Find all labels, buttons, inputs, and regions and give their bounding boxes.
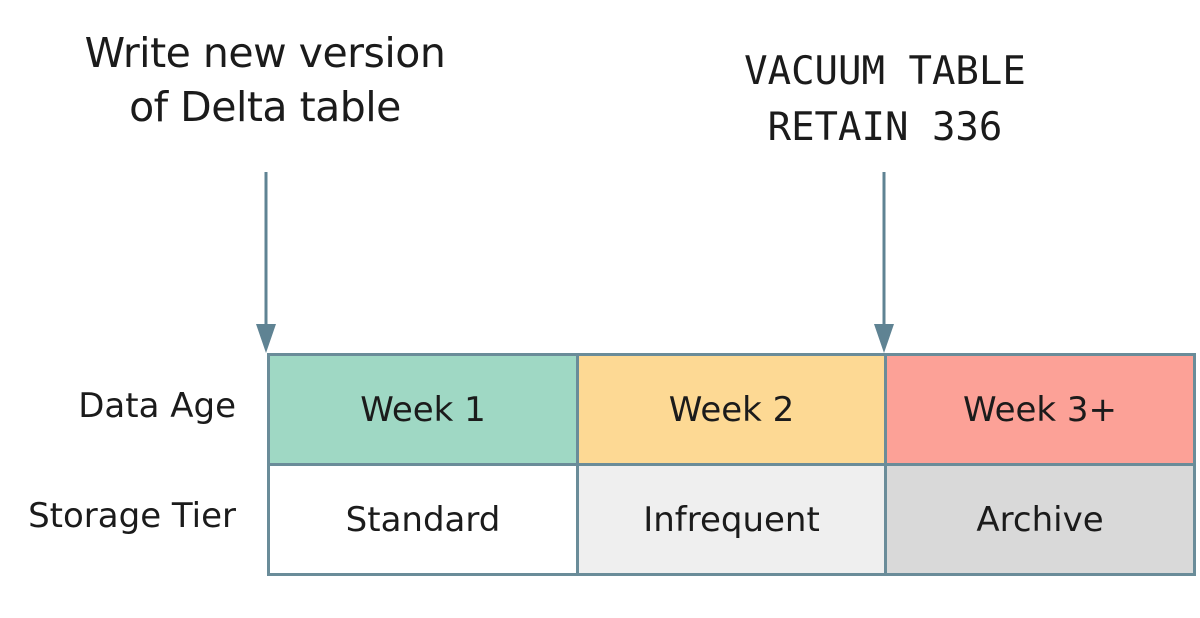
arrows-layer <box>256 172 894 353</box>
write-arrow-icon <box>256 172 276 353</box>
vacuum-arrow-icon <box>874 172 894 353</box>
